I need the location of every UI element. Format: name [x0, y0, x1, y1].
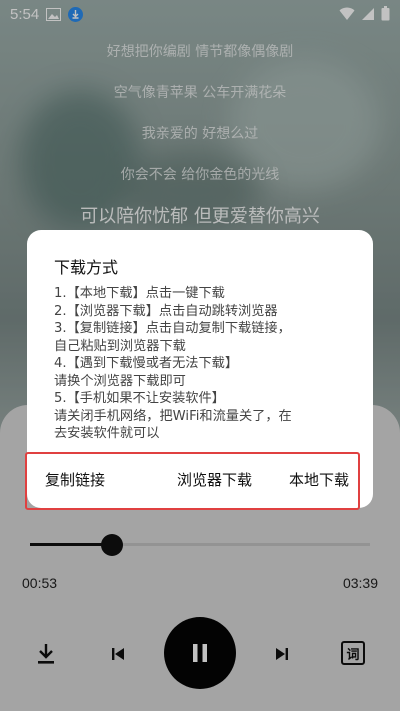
copy-link-button[interactable]: 复制链接	[45, 469, 105, 490]
dialog-message-line: 5.【手机如果不让安装软件】	[54, 391, 225, 406]
dialog-message-line: 2.【浏览器下载】点击自动跳转浏览器	[54, 303, 278, 319]
download-method-dialog: 下载方式 1.【本地下载】点击一键下载 2.【浏览器下载】点击自动跳转浏览器 3…	[25, 230, 373, 510]
local-download-button[interactable]: 本地下载	[289, 469, 349, 490]
dialog-message-line: 自己粘贴到浏览器下载	[54, 338, 186, 354]
dialog-message-line: 3.【复制链接】点击自动复制下载链接，	[54, 321, 291, 336]
dialog-message-line: 4.【遇到下载慢或者无法下载】	[54, 356, 239, 371]
dialog-message-line: 去安装软件就可以	[54, 426, 160, 441]
dialog-button-row: 复制链接 浏览器下载 本地下载	[25, 452, 360, 510]
dialog-title: 下载方式	[54, 258, 119, 277]
dialog-message: 1.【本地下载】点击一键下载 2.【浏览器下载】点击自动跳转浏览器 3.【复制链…	[54, 285, 359, 443]
dialog-message-line: 1.【本地下载】点击一键下载	[54, 286, 225, 301]
browser-download-button[interactable]: 浏览器下载	[177, 469, 252, 490]
dialog-message-line: 请关闭手机网络，把WiFi和流量关了，在	[54, 408, 292, 424]
dialog-message-line: 请换个浏览器下载即可	[54, 373, 186, 389]
